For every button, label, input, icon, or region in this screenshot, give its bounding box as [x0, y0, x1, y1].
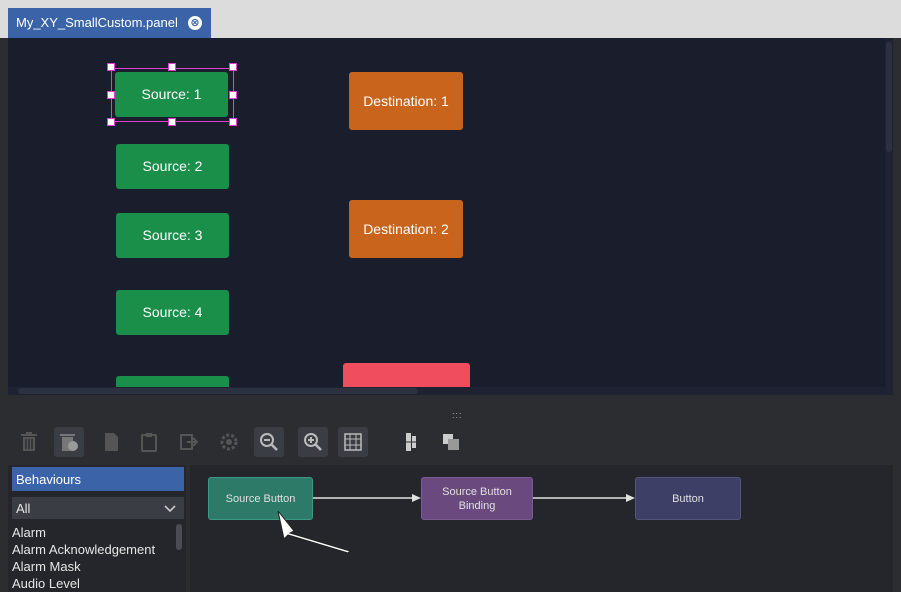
copy-icon[interactable] — [96, 427, 126, 457]
settings-icon[interactable] — [214, 427, 244, 457]
destination-1-button[interactable]: Destination: 1 — [349, 72, 463, 130]
node-button[interactable]: Button — [635, 477, 741, 520]
resize-handle[interactable] — [229, 63, 237, 71]
destination-2-button[interactable]: Destination: 2 — [349, 200, 463, 258]
resize-handle[interactable] — [107, 91, 115, 99]
tab-title: My_XY_SmallCustom.panel — [16, 15, 178, 30]
delete-icon[interactable] — [14, 427, 44, 457]
tab-panel-file[interactable]: My_XY_SmallCustom.panel ⊗ — [8, 8, 211, 38]
node-label: Source Button Binding — [442, 485, 512, 512]
splitter[interactable]: ::: — [8, 395, 893, 423]
paste-icon[interactable] — [134, 427, 164, 457]
source-2-button[interactable]: Source: 2 — [116, 144, 229, 189]
chevron-down-icon — [164, 505, 176, 513]
node-source-button-binding[interactable]: Source Button Binding — [421, 477, 533, 520]
list-item[interactable]: Audio Level — [12, 575, 172, 592]
behaviours-filter-select[interactable]: All — [12, 497, 184, 519]
resize-handle[interactable] — [168, 118, 176, 126]
node-label: Source Button — [225, 492, 296, 505]
list-item[interactable]: Alarm Mask — [12, 558, 172, 575]
align-icon[interactable] — [396, 427, 426, 457]
vertical-scrollbar[interactable] — [885, 38, 893, 395]
behaviours-list: Alarm Alarm Acknowledgement Alarm Mask A… — [12, 524, 172, 592]
export-icon[interactable] — [174, 427, 204, 457]
node-label: Button — [672, 492, 704, 505]
resize-handle[interactable] — [107, 63, 115, 71]
source-4-button[interactable]: Source: 4 — [116, 290, 229, 335]
horizontal-scrollbar[interactable] — [8, 387, 885, 395]
delete-binding-icon[interactable] — [54, 427, 84, 457]
zoom-out-icon[interactable] — [254, 427, 284, 457]
zoom-in-icon[interactable] — [298, 427, 328, 457]
behaviours-header[interactable]: Behaviours — [12, 467, 184, 491]
list-scroll-thumb[interactable] — [176, 524, 182, 550]
arrow-head-icon — [412, 494, 421, 502]
behaviour-graph[interactable]: Source Button Source Button Binding Butt… — [190, 465, 893, 592]
scroll-thumb[interactable] — [886, 42, 892, 152]
layer-icon[interactable] — [436, 427, 466, 457]
panel-canvas[interactable]: Source: 1 Source: 2 Source: 3 Source: 4 … — [8, 38, 893, 395]
behaviours-panel: Behaviours All Alarm Alarm Acknowledgeme… — [8, 465, 186, 592]
tab-strip: My_XY_SmallCustom.panel ⊗ — [0, 0, 901, 38]
selection-frame — [111, 68, 234, 122]
resize-handle[interactable] — [107, 118, 115, 126]
resize-handle[interactable] — [229, 118, 237, 126]
list-item[interactable]: Alarm — [12, 524, 172, 541]
source-3-button[interactable]: Source: 3 — [116, 213, 229, 258]
filter-value: All — [16, 501, 31, 516]
scroll-thumb[interactable] — [18, 388, 418, 394]
fit-grid-icon[interactable] — [338, 427, 368, 457]
arrow-head-icon — [626, 494, 635, 502]
list-item[interactable]: Alarm Acknowledgement — [12, 541, 172, 558]
close-icon[interactable]: ⊗ — [188, 16, 202, 30]
pointer-arrow-icon — [277, 510, 351, 554]
resize-handle[interactable] — [229, 91, 237, 99]
toolbar — [8, 423, 893, 463]
resize-handle[interactable] — [168, 63, 176, 71]
grip-icon[interactable]: ::: — [452, 411, 464, 420]
